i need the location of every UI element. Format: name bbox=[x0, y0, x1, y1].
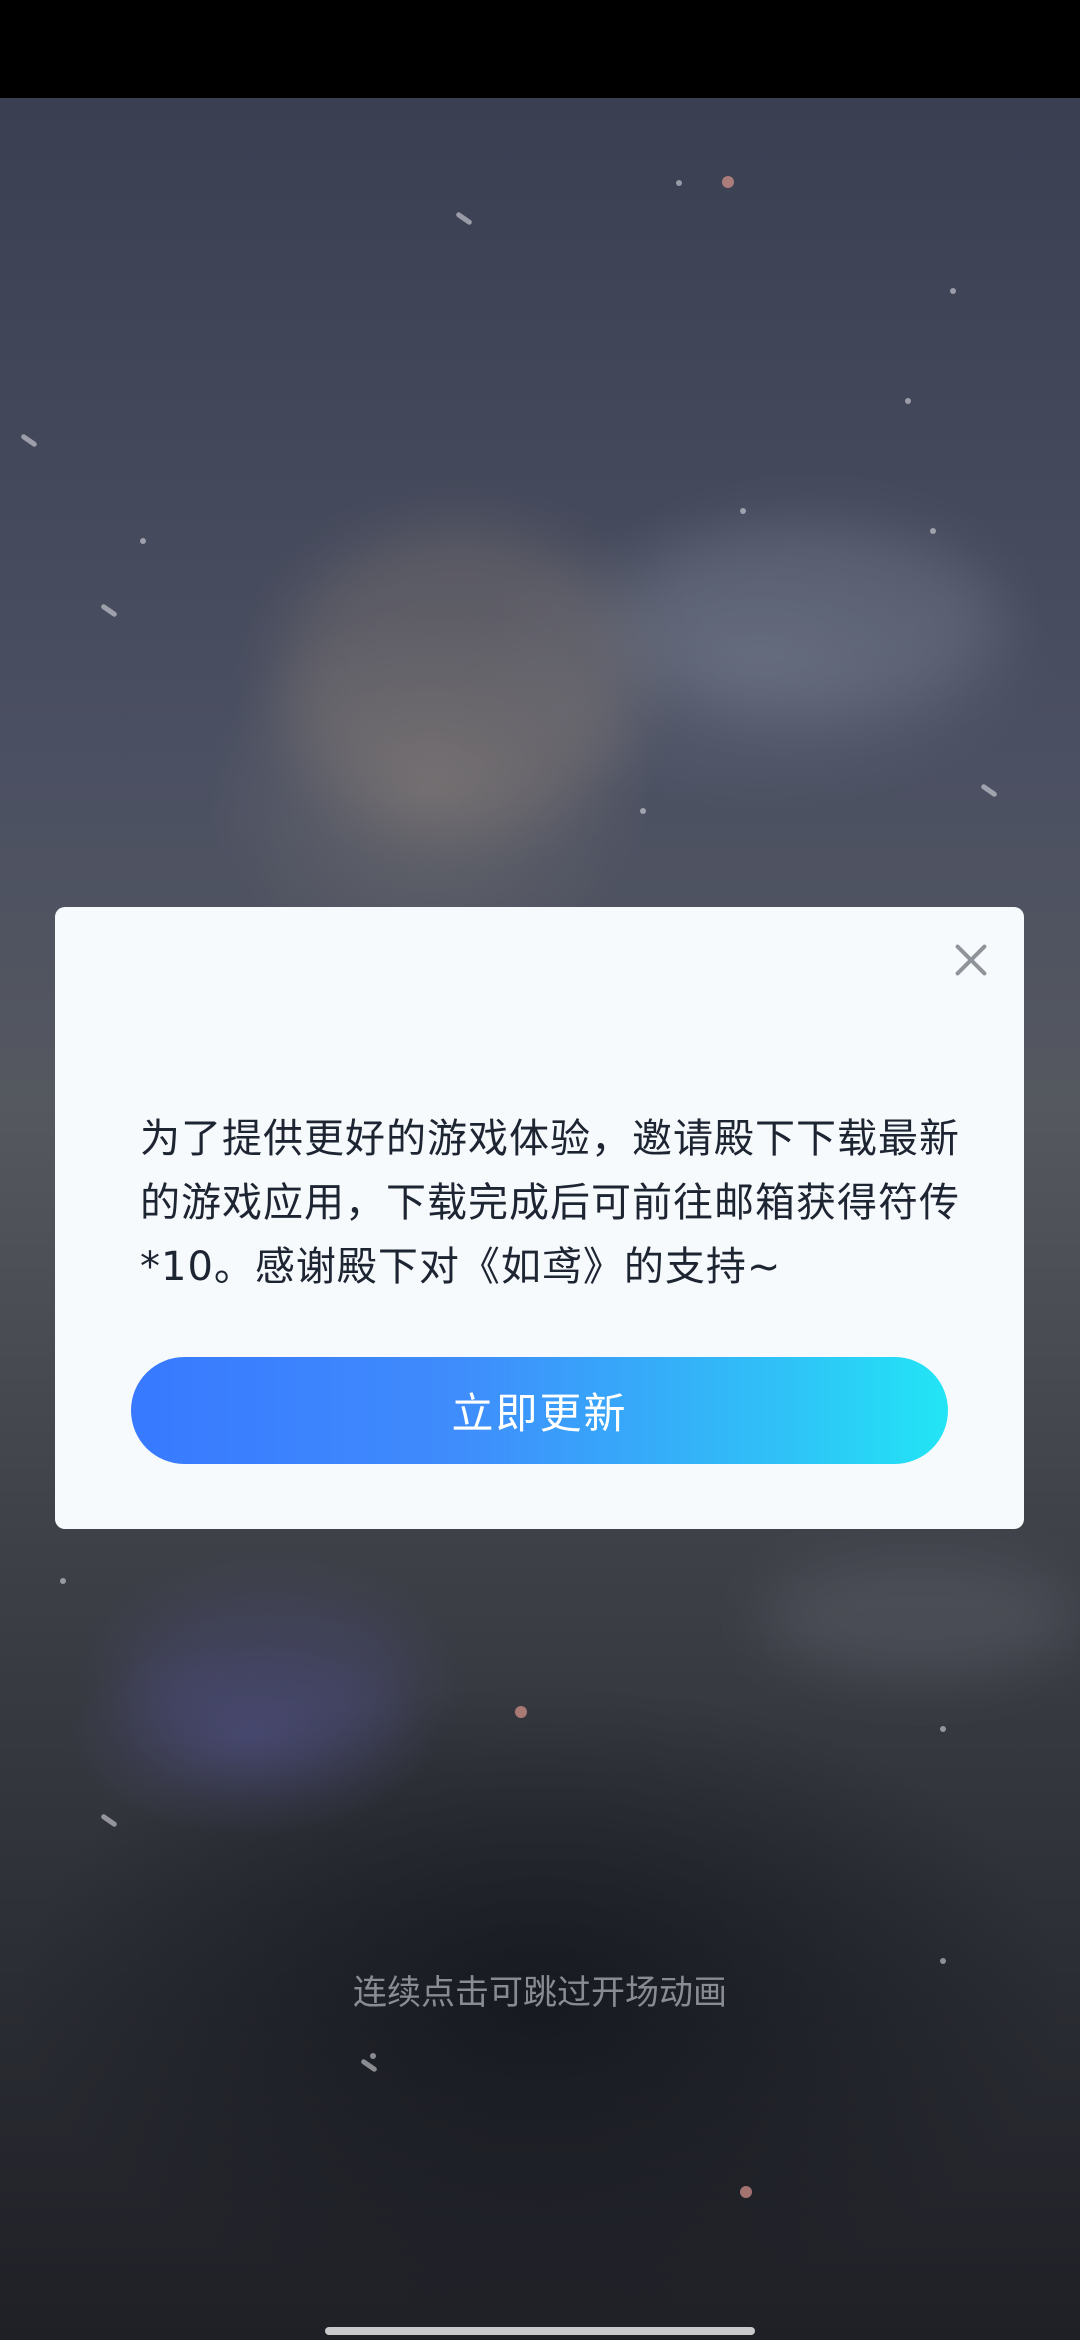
ember-particle bbox=[740, 2186, 752, 2198]
update-now-button-label: 立即更新 bbox=[451, 1389, 628, 1438]
snow-particle bbox=[140, 538, 146, 544]
ember-particle bbox=[515, 1706, 527, 1718]
app-screen: 为了提供更好的游戏体验，邀请殿下下载最新的游戏应用，下载完成后可前往邮箱获得符传… bbox=[0, 0, 1080, 2340]
snow-particle bbox=[60, 1578, 66, 1584]
update-now-button[interactable]: 立即更新 bbox=[131, 1357, 948, 1464]
snow-particle bbox=[360, 2058, 378, 2073]
home-indicator[interactable] bbox=[325, 2327, 755, 2335]
snow-particle bbox=[370, 2053, 376, 2059]
mist-cloud bbox=[760, 1558, 1080, 1678]
snow-particle bbox=[940, 1958, 946, 1964]
update-message: 为了提供更好的游戏体验，邀请殿下下载最新的游戏应用，下载完成后可前往邮箱获得符传… bbox=[140, 1116, 960, 1290]
snow-particle bbox=[980, 783, 998, 798]
snow-particle bbox=[940, 1726, 946, 1732]
ember-particle bbox=[722, 176, 734, 188]
snow-particle bbox=[676, 180, 682, 186]
snow-particle bbox=[950, 288, 956, 294]
snow-particle bbox=[740, 508, 746, 514]
snow-particle bbox=[905, 398, 911, 404]
close-icon[interactable] bbox=[946, 935, 996, 985]
snow-particle bbox=[20, 433, 38, 448]
snow-particle bbox=[455, 211, 473, 226]
snow-particle bbox=[640, 808, 646, 814]
mist-cloud bbox=[120, 1598, 420, 1758]
skip-animation-hint: 连续点击可跳过开场动画 bbox=[353, 1973, 727, 2013]
status-bar bbox=[0, 0, 1080, 98]
snow-particle bbox=[930, 528, 936, 534]
snow-particle bbox=[100, 603, 118, 618]
snow-particle bbox=[100, 1813, 118, 1828]
mist-cloud bbox=[620, 518, 1000, 718]
update-dialog: 为了提供更好的游戏体验，邀请殿下下载最新的游戏应用，下载完成后可前往邮箱获得符传… bbox=[55, 907, 1024, 1529]
mist-cloud bbox=[280, 528, 640, 828]
